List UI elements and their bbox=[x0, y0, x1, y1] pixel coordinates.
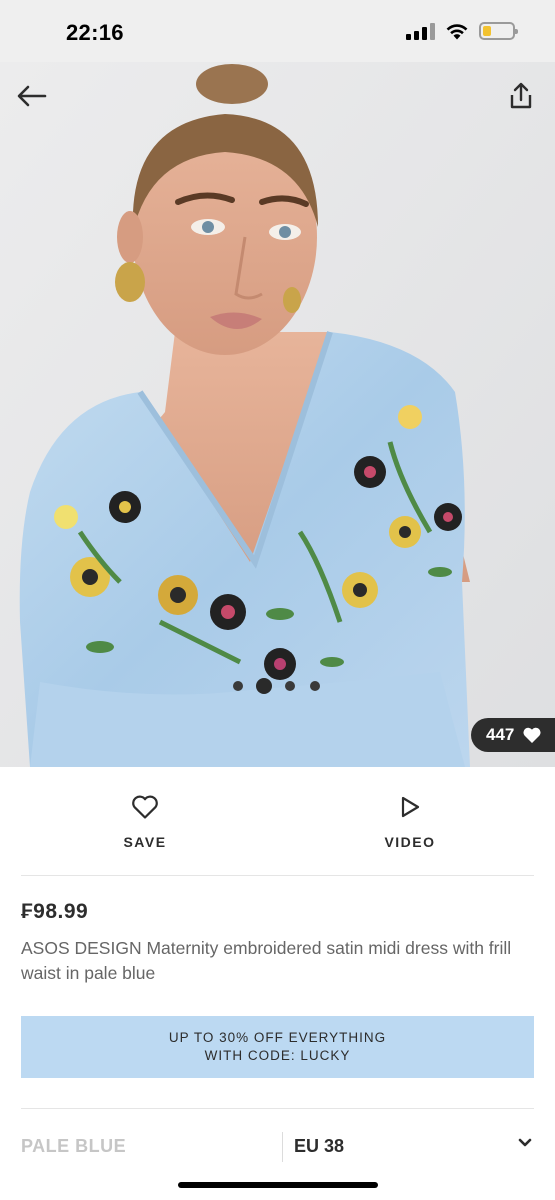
arrow-left-icon bbox=[17, 85, 47, 107]
colour-label: PALE BLUE bbox=[21, 1136, 127, 1156]
divider bbox=[21, 875, 534, 876]
product-actions: SAVE VIDEO bbox=[0, 768, 555, 876]
options-divider bbox=[282, 1132, 283, 1162]
battery-icon bbox=[479, 22, 518, 40]
heart-filled-icon bbox=[523, 727, 541, 743]
promo-banner[interactable]: UP TO 30% OFF EVERYTHING WITH CODE: LUCK… bbox=[21, 1016, 534, 1078]
play-icon bbox=[401, 796, 420, 818]
share-button[interactable] bbox=[503, 78, 539, 114]
video-label: VIDEO bbox=[384, 834, 436, 850]
product-price: ₣98.99 bbox=[21, 900, 89, 923]
cellular-signal-icon bbox=[406, 22, 435, 40]
share-icon bbox=[510, 82, 532, 109]
save-button[interactable]: SAVE bbox=[80, 792, 210, 850]
battery-level bbox=[483, 26, 491, 36]
size-value: EU 38 bbox=[294, 1136, 345, 1156]
options-row: PALE BLUE EU 38 bbox=[0, 1130, 555, 1166]
product-photo bbox=[0, 62, 555, 767]
promo-line-2: WITH CODE: LUCKY bbox=[204, 1048, 351, 1063]
home-indicator bbox=[178, 1182, 378, 1188]
back-button[interactable] bbox=[14, 78, 50, 114]
product-title: ASOS DESIGN Maternity embroidered satin … bbox=[21, 938, 512, 983]
saved-count: 447 bbox=[486, 725, 515, 744]
product-image[interactable] bbox=[0, 62, 555, 767]
video-button[interactable]: VIDEO bbox=[345, 792, 475, 850]
divider bbox=[21, 1108, 534, 1109]
size-select[interactable]: EU 38 bbox=[292, 1130, 542, 1164]
save-label: SAVE bbox=[123, 834, 167, 850]
wifi-icon bbox=[446, 24, 468, 40]
status-icons bbox=[406, 22, 518, 40]
saved-count-badge: 447 bbox=[471, 718, 555, 752]
chevron-down-icon bbox=[518, 1138, 532, 1147]
status-time: 22:16 bbox=[66, 20, 124, 45]
heart-icon bbox=[132, 795, 158, 819]
status-bar: 22:16 bbox=[0, 0, 555, 62]
promo-line-1: UP TO 30% OFF EVERYTHING bbox=[168, 1030, 387, 1045]
